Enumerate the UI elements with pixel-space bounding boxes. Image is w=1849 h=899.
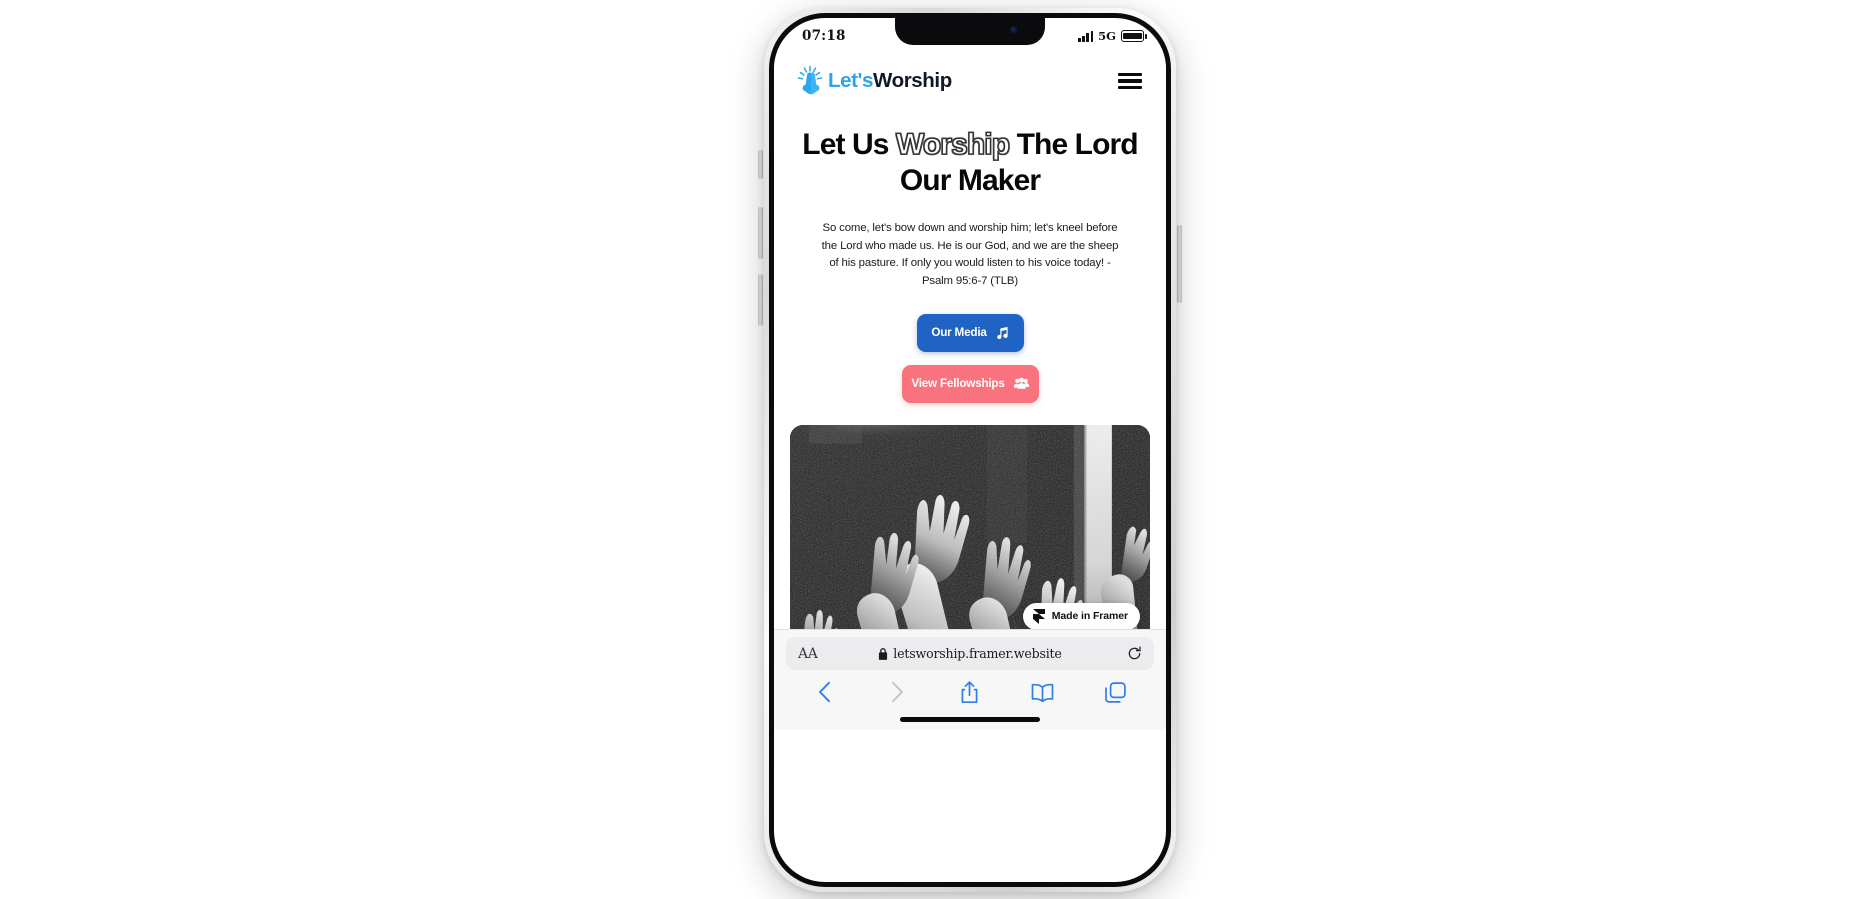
url-text: letsworship.framer.website [893,646,1062,661]
share-icon [962,680,978,703]
hero-title-outlined-word: Worship [895,127,1010,161]
status-bar-indicators: 5G [1078,29,1147,43]
address-bar-content: letsworship.framer.website [844,646,1096,661]
tabs-button[interactable] [1094,673,1138,711]
logo-text-secondary: Worship [873,69,952,92]
volume-down-button[interactable] [758,274,763,326]
lock-icon [879,647,888,660]
made-in-framer-badge[interactable]: Made in Framer [1022,602,1140,630]
battery-full-icon [1121,30,1147,42]
hero-section: Let Us Worship The Lord Our Maker So com… [774,105,1166,403]
text-size-button[interactable]: AA [798,646,844,662]
menu-icon[interactable] [1118,73,1142,89]
hero-image: Made in Framer [790,424,1150,661]
our-media-label: Our Media [931,326,987,340]
our-media-button[interactable]: Our Media [916,313,1024,352]
webpage-viewport: Let'sWorship Let Us Worship The Lord Our… [774,48,1166,730]
hero-title-part1: Let Us [802,128,896,161]
hero-cta-group: Our Media View Fellowships [792,313,1148,403]
volume-up-button[interactable] [758,207,763,259]
view-fellowships-label: View Fellowships [911,377,1005,391]
chevron-left-icon [818,681,830,703]
page-title: Let Us Worship The Lord Our Maker [792,127,1148,199]
front-camera-icon [1010,26,1019,35]
phone-bezel: 07:18 5G Let'sWorship Let Us Worship The… [769,13,1171,887]
bookmarks-button[interactable] [1021,673,1065,711]
forward-button[interactable] [875,673,919,711]
phone-screen: 07:18 5G Let'sWorship Let Us Worship The… [774,18,1166,882]
status-bar-time: 07:18 [802,28,846,44]
reload-button[interactable] [1096,646,1142,661]
framer-logo-icon [1032,608,1045,624]
power-button[interactable] [1177,225,1182,303]
share-button[interactable] [948,673,992,711]
view-fellowships-button[interactable]: View Fellowships [901,364,1039,403]
phone-device-frame: 07:18 5G Let'sWorship Let Us Worship The… [764,8,1176,892]
signal-bars-icon [1078,30,1094,42]
people-group-icon [1013,377,1029,389]
screenshot-stage: 07:18 5G Let'sWorship Let Us Worship The… [0,0,1849,899]
back-button[interactable] [802,673,846,711]
tabs-icon [1105,681,1126,703]
site-logo[interactable]: Let'sWorship [796,65,952,97]
site-logo-text: Let'sWorship [828,69,952,93]
chevron-right-icon [891,681,903,703]
site-header: Let'sWorship [774,48,1166,105]
book-icon [1031,683,1054,702]
logo-text-primary: Let's [828,69,874,92]
reload-icon [1128,646,1141,660]
made-in-framer-label: Made in Framer [1051,610,1128,623]
praying-hands-icon [797,65,823,95]
silent-switch[interactable] [758,150,763,179]
music-note-icon [996,327,1008,340]
network-type-label: 5G [1098,29,1116,43]
address-bar[interactable]: AA letsworship.framer.website [786,637,1154,670]
safari-bottom-bar: AA letsworship.framer.website [774,629,1166,730]
hero-subtitle: So come, let's bow down and worship him;… [821,222,1119,288]
phone-notch [895,18,1045,45]
safari-toolbar [774,670,1166,714]
home-indicator [900,717,1040,722]
